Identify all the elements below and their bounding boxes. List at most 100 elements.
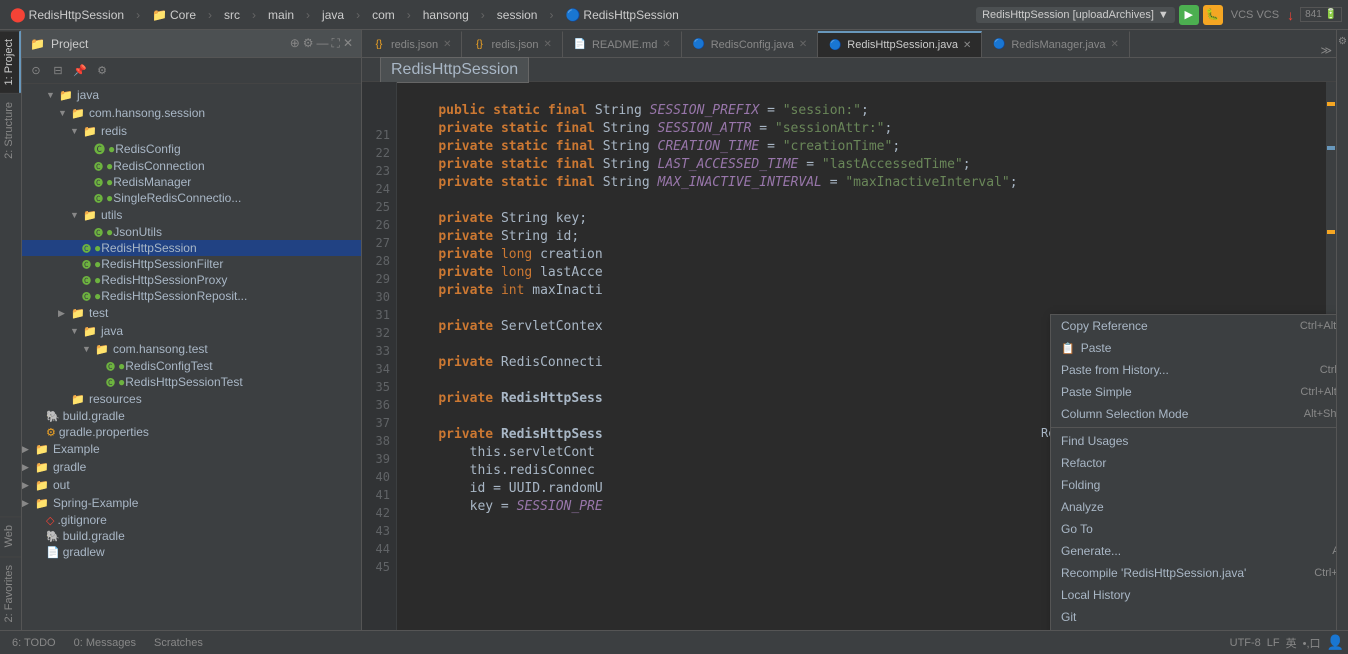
tab-redis-json-1[interactable]: {} redis.json ✕: [362, 31, 462, 57]
tree-item-build-gradle2[interactable]: 🐘 build.gradle: [22, 528, 361, 544]
tree-item-redis-connection[interactable]: 🅒 ● RedisConnection: [22, 158, 361, 174]
tree-item-session-test[interactable]: 🅒 ● RedisHttpSessionTest: [22, 374, 361, 390]
right-panel-tab[interactable]: ⚙: [1337, 34, 1348, 45]
bottom-tab-todo[interactable]: 6: TODO: [4, 635, 64, 651]
scroll-from-source-btn[interactable]: ⊙: [26, 61, 46, 81]
tab-redis-http-session[interactable]: 🔵 RedisHttpSession.java ✕: [818, 31, 982, 57]
tab-redis-manager[interactable]: 🔵 RedisManager.java ✕: [982, 31, 1130, 57]
tab-close-icon[interactable]: ✕: [662, 39, 670, 50]
sidebar-tab-structure[interactable]: 2: Structure: [0, 93, 21, 167]
right-panel: ⚙: [1336, 30, 1348, 630]
topbar-src[interactable]: src: [220, 6, 244, 24]
tree-item-redis-config-test[interactable]: 🅒 ● RedisConfigTest: [22, 358, 361, 374]
sidebar-tab-project[interactable]: 1: Project: [0, 30, 21, 93]
ctx-recompile[interactable]: Recompile 'RedisHttpSession.java' Ctrl+S…: [1051, 562, 1336, 584]
ctx-goto[interactable]: Go To ▶: [1051, 518, 1336, 540]
notification-icon[interactable]: ↓: [1287, 7, 1294, 23]
topbar-session[interactable]: session: [493, 6, 542, 24]
tree-item-json-utils[interactable]: 🅒 ● JsonUtils: [22, 224, 361, 240]
ctx-local-history[interactable]: Local History ▶: [1051, 584, 1336, 606]
tab-close-icon[interactable]: ✕: [1111, 39, 1119, 50]
tree-item-redis[interactable]: ▼ 📁 redis: [22, 122, 361, 140]
close-icon[interactable]: ✕: [343, 36, 353, 51]
ctx-go-tools[interactable]: Go Tools ▶: [1051, 628, 1336, 630]
debug-button[interactable]: 🐛: [1203, 5, 1223, 25]
tree-item-build-gradle[interactable]: 🐘 build.gradle: [22, 408, 361, 424]
project-indicator[interactable]: ⬤ RedisHttpSession: [6, 4, 128, 25]
sidebar-tab-web[interactable]: Web: [0, 516, 21, 555]
tree-label: java: [77, 88, 99, 102]
tree-item-com-hansong[interactable]: ▼ 📁 com.hansong.session: [22, 104, 361, 122]
tree-item-gradlew[interactable]: 📄 gradlew: [22, 544, 361, 560]
ctx-find-usages[interactable]: Find Usages Alt+F7: [1051, 430, 1336, 452]
line-ending-label: LF: [1267, 637, 1280, 649]
pin-btn[interactable]: 📌: [70, 61, 90, 81]
tree-item-test[interactable]: ▶ 📁 test: [22, 304, 361, 322]
tree-label: redis: [101, 124, 127, 138]
tab-redis-config[interactable]: 🔵 RedisConfig.java ✕: [682, 31, 819, 57]
code-line: public static final String SESSION_PREFI…: [407, 102, 1326, 120]
tree-item-gitignore[interactable]: ◇ .gitignore: [22, 512, 361, 528]
tree-item-spring-example[interactable]: ▶ 📁 Spring-Example: [22, 494, 361, 512]
topbar-com[interactable]: com: [368, 6, 399, 24]
tree-item-resources[interactable]: 📁 resources: [22, 390, 361, 408]
tab-redis-json-2[interactable]: {} redis.json ✕: [462, 31, 562, 57]
folder-icon: 📁: [82, 207, 98, 223]
project-toolbar: ⊙ ⊟ 📌 ⚙: [22, 58, 361, 84]
tree-item-redis-manager[interactable]: 🅒 ● RedisManager: [22, 174, 361, 190]
bottom-tab-messages[interactable]: 0: Messages: [66, 635, 144, 651]
ctx-column-selection[interactable]: Column Selection Mode Alt+Shift+Insert: [1051, 403, 1336, 425]
run-config-selector[interactable]: RedisHttpSession [uploadArchives] ▼: [976, 7, 1175, 23]
collapse-all-btn[interactable]: ⊟: [48, 61, 68, 81]
ctx-paste[interactable]: 📋 Paste Ctrl+V: [1051, 337, 1336, 359]
topbar-file[interactable]: 🔵 RedisHttpSession: [561, 6, 682, 24]
topbar-hansong[interactable]: hansong: [419, 6, 473, 24]
run-controls: RedisHttpSession [uploadArchives] ▼ ▶ 🐛 …: [976, 5, 1342, 25]
sidebar-tab-favorites[interactable]: 2: Favorites: [0, 556, 21, 630]
tree-item-redis-config[interactable]: 🅒 ● RedisConfig: [22, 140, 361, 158]
more-tabs-icon[interactable]: ≫: [1320, 44, 1332, 57]
tree-item-java[interactable]: ▼ 📁 java: [22, 86, 361, 104]
settings-icon[interactable]: ⚙: [303, 36, 314, 51]
bottom-tab-scratches[interactable]: Scratches: [146, 635, 211, 651]
tree-item-gradle-props[interactable]: ⚙ gradle.properties: [22, 424, 361, 440]
git-icon: ◇: [46, 514, 54, 527]
tab-close-icon[interactable]: ✕: [443, 39, 451, 50]
expand-icon[interactable]: ⛶: [332, 36, 340, 51]
tab-close-icon[interactable]: ✕: [799, 39, 807, 50]
ctx-paste-history[interactable]: Paste from History... Ctrl+Shift+V: [1051, 359, 1336, 381]
tree-item-reposit[interactable]: 🅒 ● RedisHttpSessionReposit...: [22, 288, 361, 304]
topbar-core[interactable]: 📁 Core: [148, 6, 200, 24]
sync-icon[interactable]: ⊕: [290, 36, 300, 51]
tree-item-java2[interactable]: ▼ 📁 java: [22, 322, 361, 340]
minimize-icon[interactable]: —: [317, 36, 329, 51]
ctx-refactor[interactable]: Refactor ▶: [1051, 452, 1336, 474]
tree-item-single-redis[interactable]: 🅒 ● SingleRedisConnectio...: [22, 190, 361, 206]
tree-item-proxy[interactable]: 🅒 ● RedisHttpSessionProxy: [22, 272, 361, 288]
tree-label: .gitignore: [57, 513, 106, 527]
ctx-analyze[interactable]: Analyze ▶: [1051, 496, 1336, 518]
tab-readme[interactable]: 📄 README.md ✕: [563, 31, 682, 57]
tree-item-com-hansong-test[interactable]: ▼ 📁 com.hansong.test: [22, 340, 361, 358]
ctx-paste-simple[interactable]: Paste Simple Ctrl+Alt+Shift+V: [1051, 381, 1336, 403]
tab-close-icon[interactable]: ✕: [963, 40, 971, 51]
tree-item-example[interactable]: ▶ 📁 Example: [22, 440, 361, 458]
tree-item-filter[interactable]: 🅒 ● RedisHttpSessionFilter: [22, 256, 361, 272]
tree-item-redis-http-session[interactable]: 🅒 ● RedisHttpSession: [22, 240, 361, 256]
ctx-folding[interactable]: Folding ▶: [1051, 474, 1336, 496]
tab-close-icon[interactable]: ✕: [544, 39, 552, 50]
editor-content[interactable]: 21 22 23 24 25 26 27 28 29 30 31 32 33 3…: [362, 82, 1336, 630]
ctx-generate[interactable]: Generate... Alt+Insert: [1051, 540, 1336, 562]
tree-item-out[interactable]: ▶ 📁 out: [22, 476, 361, 494]
ctx-copy-reference[interactable]: Copy Reference Ctrl+Alt+Shift+C: [1051, 315, 1336, 337]
run-button[interactable]: ▶: [1179, 5, 1199, 25]
settings-tree-btn[interactable]: ⚙: [92, 61, 112, 81]
topbar-java[interactable]: java: [318, 6, 348, 24]
tree-item-utils[interactable]: ▼ 📁 utils: [22, 206, 361, 224]
java-icon: 🅒: [94, 141, 105, 157]
ctx-git[interactable]: Git ▶: [1051, 606, 1336, 628]
folder-icon: 📁: [34, 441, 50, 457]
tree-item-gradle[interactable]: ▶ 📁 gradle: [22, 458, 361, 476]
tree-label: resources: [89, 392, 142, 406]
topbar-main[interactable]: main: [264, 6, 298, 24]
